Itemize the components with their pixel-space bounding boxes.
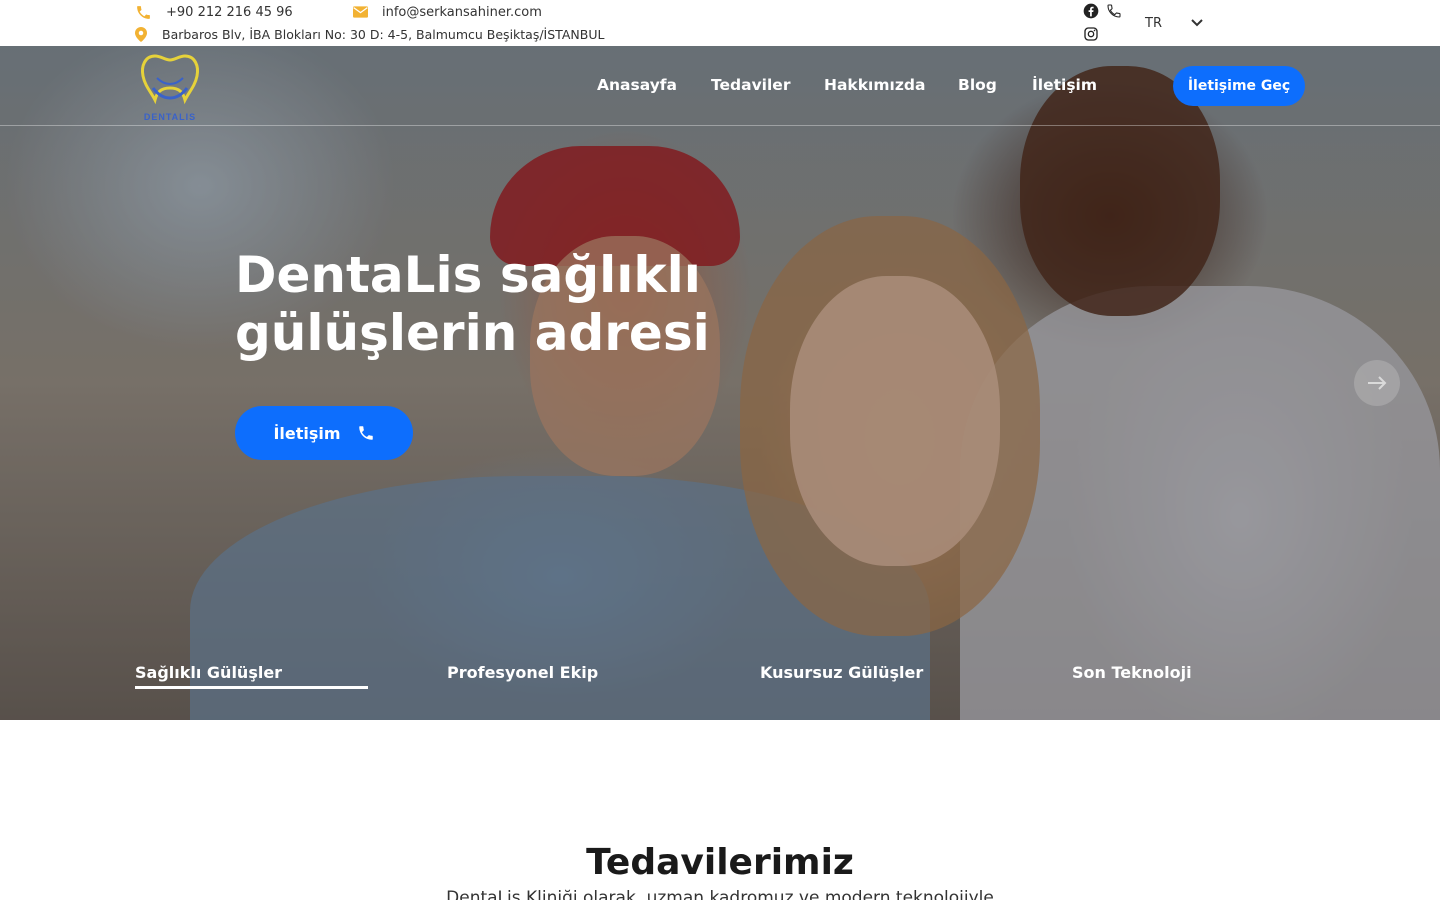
contact-cta-button[interactable]: İletişime Geç bbox=[1173, 66, 1305, 106]
arrow-right-icon bbox=[1368, 376, 1387, 390]
language-code: TR bbox=[1145, 15, 1162, 31]
hero-overlay bbox=[0, 46, 1440, 720]
mail-icon bbox=[353, 6, 368, 18]
hero-slider: DentaLis sağlıklı gülüşlerin adresi İlet… bbox=[0, 46, 1440, 720]
site-logo[interactable]: DENTALIS bbox=[135, 48, 205, 124]
contact-email[interactable]: info@serkansahiner.com bbox=[353, 3, 542, 21]
nav-link-iletisim[interactable]: İletişim bbox=[1032, 76, 1097, 94]
hero-button-label: İletişim bbox=[273, 423, 341, 443]
active-tab-indicator bbox=[135, 686, 368, 689]
hero-title: DentaLis sağlıklı gülüşlerin adresi bbox=[235, 246, 710, 362]
logo-wordmark: DENTALIS bbox=[144, 112, 196, 122]
tooth-logo-icon: DENTALIS bbox=[141, 54, 199, 122]
phone-icon bbox=[358, 426, 373, 440]
section-title: Tedavilerimiz bbox=[586, 842, 854, 883]
contact-phone[interactable]: +90 212 216 45 96 bbox=[135, 3, 293, 21]
main-navbar: DENTALIS Anasayfa Tedaviler Hakkımızda B… bbox=[0, 46, 1440, 126]
phone-icon bbox=[137, 5, 150, 19]
nav-link-tedaviler[interactable]: Tedaviler bbox=[711, 76, 790, 94]
facebook-icon[interactable] bbox=[1083, 3, 1099, 19]
hero-contact-button[interactable]: İletişim bbox=[235, 406, 413, 460]
nav-link-blog[interactable]: Blog bbox=[958, 76, 997, 94]
slider-next-button[interactable] bbox=[1354, 360, 1400, 406]
phone-number: +90 212 216 45 96 bbox=[166, 4, 293, 20]
instagram-icon[interactable] bbox=[1083, 26, 1099, 42]
chevron-down-icon bbox=[1191, 19, 1203, 27]
contact-address: Barbaros Blv, İBA Blokları No: 30 D: 4-5… bbox=[135, 25, 604, 43]
email-address: info@serkansahiner.com bbox=[382, 4, 542, 20]
slider-tab-kusursuz-gulusler[interactable]: Kusursuz Gülüşler bbox=[760, 663, 923, 682]
nav-link-hakkimizda[interactable]: Hakkımızda bbox=[824, 76, 925, 94]
slider-tab-saglikli-gulusler[interactable]: Sağlıklı Gülüşler bbox=[135, 663, 282, 682]
section-subtitle: DentaLis Kliniği olarak, uzman kadromuz … bbox=[446, 888, 994, 900]
slider-tab-profesyonel-ekip[interactable]: Profesyonel Ekip bbox=[447, 663, 598, 682]
phone-outline-icon[interactable] bbox=[1106, 3, 1122, 19]
location-pin-icon bbox=[135, 26, 147, 42]
slider-tab-son-teknoloji[interactable]: Son Teknoloji bbox=[1072, 663, 1192, 682]
nav-link-anasayfa[interactable]: Anasayfa bbox=[597, 76, 677, 94]
language-selector[interactable]: TR bbox=[1145, 13, 1203, 33]
address-text: Barbaros Blv, İBA Blokları No: 30 D: 4-5… bbox=[162, 26, 605, 42]
top-contact-bar: +90 212 216 45 96 info@serkansahiner.com… bbox=[0, 0, 1440, 46]
